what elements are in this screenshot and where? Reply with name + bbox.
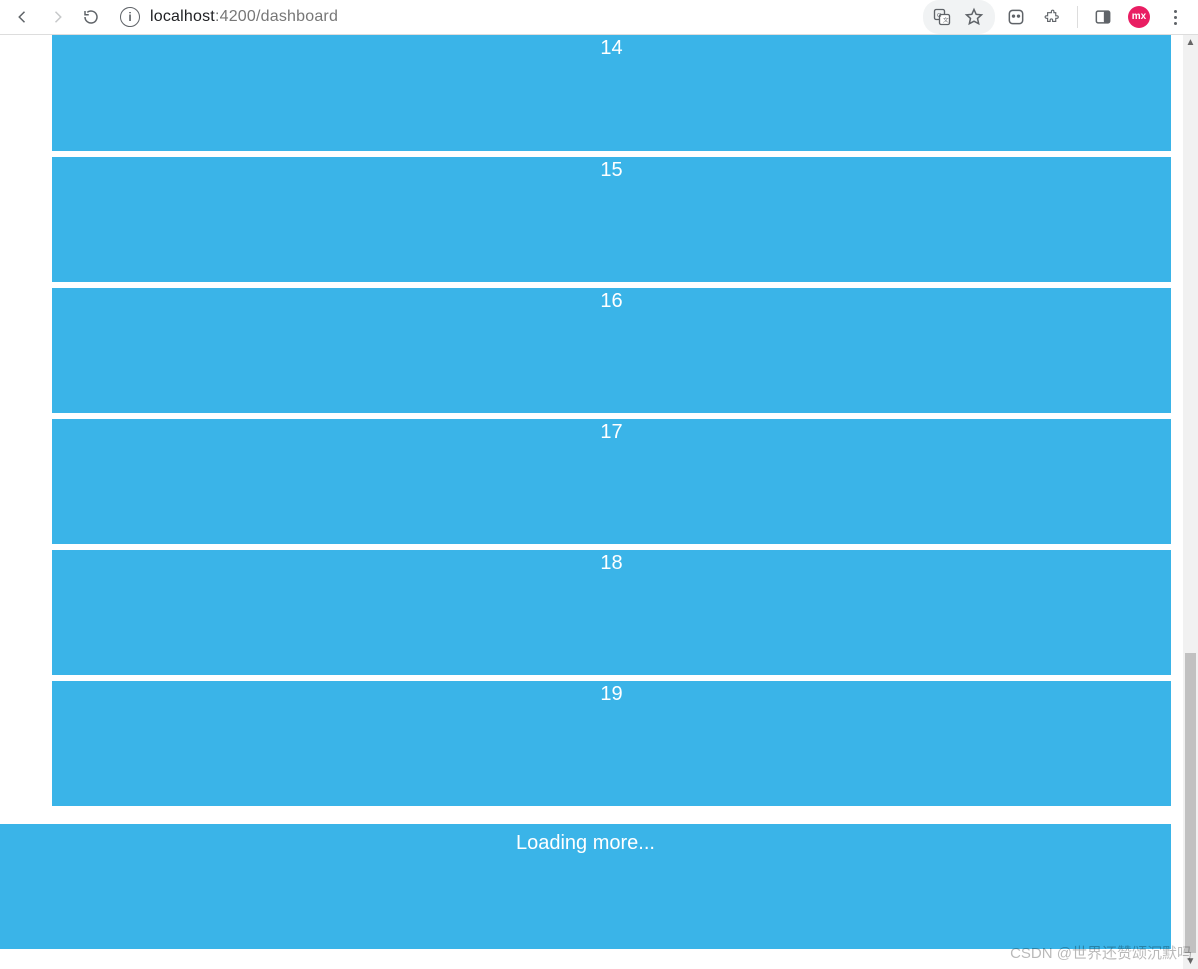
reload-button[interactable]	[76, 2, 106, 32]
vertical-scrollbar[interactable]: ▲ ▼	[1183, 35, 1198, 969]
forward-button[interactable]	[42, 2, 72, 32]
scroll-up-arrow-icon[interactable]: ▲	[1183, 35, 1198, 50]
item-number: 19	[600, 683, 622, 705]
bookmark-button[interactable]	[959, 2, 989, 32]
scroll-thumb[interactable]	[1185, 653, 1196, 953]
page-content[interactable]: 14 15 16 17 18 19 Loading more...	[0, 35, 1198, 969]
puzzle-icon	[1042, 7, 1062, 27]
scroll-down-arrow-icon[interactable]: ▼	[1183, 954, 1198, 969]
loading-indicator: Loading more...	[0, 824, 1171, 949]
list-item: 17	[52, 419, 1171, 544]
avatar-icon: mx	[1128, 6, 1150, 28]
extensions-button[interactable]	[1037, 2, 1067, 32]
profile-button[interactable]: mx	[1124, 2, 1154, 32]
back-button[interactable]	[8, 2, 38, 32]
translate-icon: G文	[932, 7, 952, 27]
address-bar[interactable]: i localhost:4200/dashboard	[120, 3, 913, 31]
browser-toolbar: i localhost:4200/dashboard G文	[0, 0, 1198, 35]
loading-text: Loading more...	[516, 832, 655, 854]
list-item: 16	[52, 288, 1171, 413]
kebab-icon	[1174, 10, 1177, 25]
item-number: 14	[600, 37, 622, 59]
url-host: localhost	[150, 8, 215, 25]
item-number: 16	[600, 290, 622, 312]
extension-a-button[interactable]	[1001, 2, 1031, 32]
side-panel-icon	[1093, 7, 1113, 27]
item-number: 17	[600, 421, 622, 443]
toolbar-separator	[1077, 6, 1078, 28]
side-panel-button[interactable]	[1088, 2, 1118, 32]
menu-button[interactable]	[1160, 2, 1190, 32]
extension-a-icon	[1006, 7, 1026, 27]
svg-text:G: G	[937, 13, 942, 19]
svg-text:文: 文	[943, 16, 949, 24]
item-number: 18	[600, 552, 622, 574]
list-item: 19	[52, 681, 1171, 806]
list-item: 18	[52, 550, 1171, 675]
item-list: 14 15 16 17 18 19	[0, 35, 1198, 806]
reload-icon	[82, 8, 100, 26]
translate-button[interactable]: G文	[927, 2, 957, 32]
browser-window: i localhost:4200/dashboard G文	[0, 0, 1198, 969]
translate-star-group: G文	[923, 0, 995, 34]
star-icon	[964, 7, 984, 27]
list-item: 15	[52, 157, 1171, 282]
url-text: localhost:4200/dashboard	[150, 8, 338, 26]
page-viewport: 14 15 16 17 18 19 Loading more... ▲ ▼ CS…	[0, 35, 1198, 969]
site-info-icon[interactable]: i	[120, 7, 140, 27]
url-port: :4200	[215, 8, 256, 25]
url-path: /dashboard	[256, 8, 338, 25]
arrow-left-icon	[14, 8, 32, 26]
arrow-right-icon	[48, 8, 66, 26]
toolbar-right: G文 mx	[923, 0, 1190, 34]
list-item: 14	[52, 35, 1171, 151]
item-number: 15	[600, 159, 622, 181]
